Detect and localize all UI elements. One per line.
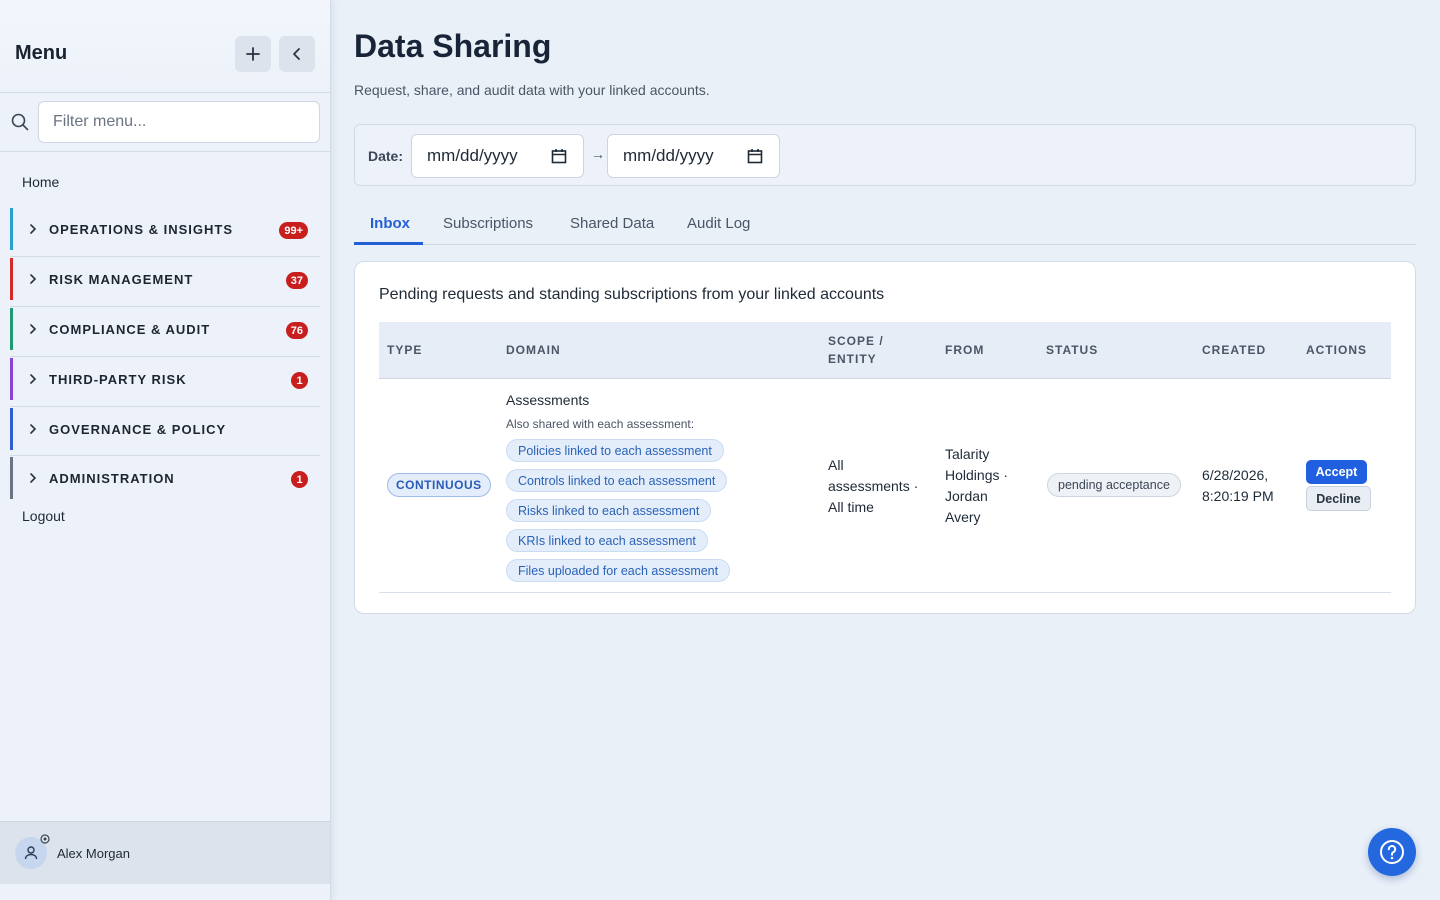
date-range-arrow: → bbox=[591, 146, 605, 162]
tab-audit-log[interactable]: Audit Log bbox=[687, 215, 750, 232]
date-to-input[interactable]: mm/dd/yyyy bbox=[607, 134, 780, 178]
divider bbox=[10, 455, 320, 456]
shared-item-chip: Policies linked to each assessment bbox=[506, 439, 724, 462]
scope-line: All bbox=[828, 457, 844, 473]
date-filter-label: Date: bbox=[368, 148, 404, 164]
sidebar-section-operations-insights[interactable]: OPERATIONS & INSIGHTS 99+ bbox=[10, 208, 320, 250]
created-date: 6/28/2026, bbox=[1202, 467, 1269, 483]
tab-subscriptions[interactable]: Subscriptions bbox=[443, 215, 533, 232]
chevron-right-icon bbox=[29, 324, 39, 334]
calendar-icon[interactable] bbox=[747, 148, 763, 164]
calendar-icon[interactable] bbox=[551, 148, 567, 164]
user-icon bbox=[24, 846, 38, 860]
count-badge: 1 bbox=[291, 372, 308, 389]
scope-line: All time bbox=[828, 499, 874, 515]
add-button[interactable] bbox=[235, 36, 271, 72]
sidebar-section-label: THIRD-PARTY RISK bbox=[49, 371, 187, 387]
user-footer[interactable]: Alex Morgan bbox=[0, 821, 330, 884]
accept-button[interactable]: Accept bbox=[1306, 460, 1367, 484]
menu-filter-input[interactable] bbox=[38, 101, 320, 143]
from-line: Holdings · bbox=[945, 467, 1009, 483]
date-to-placeholder: mm/dd/yyyy bbox=[623, 146, 714, 165]
sidebar-header: Menu bbox=[0, 0, 330, 93]
page-title: Data Sharing bbox=[354, 28, 552, 64]
divider bbox=[0, 151, 330, 152]
gear-icon bbox=[40, 834, 50, 844]
sidebar-section-governance-policy[interactable]: GOVERNANCE & POLICY bbox=[10, 408, 320, 450]
sidebar-section-label: GOVERNANCE & POLICY bbox=[49, 421, 227, 437]
date-filter-bar: Date: mm/dd/yyyy → mm/dd/yyyy bbox=[354, 124, 1416, 186]
column-header-status: STATUS bbox=[1046, 343, 1099, 357]
column-header-domain: DOMAIN bbox=[506, 343, 561, 357]
type-badge: CONTINUOUS bbox=[387, 473, 491, 497]
sidebar-section-label: RISK MANAGEMENT bbox=[49, 271, 194, 287]
plus-icon bbox=[246, 47, 260, 61]
divider bbox=[10, 256, 320, 257]
user-name: Alex Morgan bbox=[57, 846, 130, 861]
active-tab-indicator bbox=[354, 242, 423, 245]
count-badge: 37 bbox=[285, 272, 308, 289]
page-subtitle: Request, share, and audit data with your… bbox=[354, 82, 710, 98]
sidebar-title: Menu bbox=[15, 42, 68, 64]
from-line: Talarity bbox=[945, 446, 990, 462]
column-header-type: TYPE bbox=[387, 343, 423, 357]
count-badge: 76 bbox=[285, 322, 308, 339]
domain-name: Assessments bbox=[506, 392, 590, 408]
sidebar-section-label: ADMINISTRATION bbox=[49, 470, 175, 486]
column-header-from: FROM bbox=[945, 343, 985, 357]
sidebar-section-risk-management[interactable]: RISK MANAGEMENT 37 bbox=[10, 258, 320, 300]
inbox-title: Pending requests and standing subscripti… bbox=[379, 286, 885, 303]
sidebar-section-administration[interactable]: ADMINISTRATION 1 bbox=[10, 457, 320, 499]
table-header: TYPE DOMAIN SCOPE / ENTITY FROM STATUS C… bbox=[379, 322, 1391, 379]
chevron-right-icon bbox=[29, 274, 39, 284]
sidebar-item-home[interactable]: Home bbox=[22, 174, 59, 190]
chevron-left-icon bbox=[293, 48, 300, 60]
divider bbox=[10, 356, 320, 357]
sidebar: Menu Home OPERATIONS & INSIGHTS 99+ RISK… bbox=[0, 0, 331, 900]
inbox-card: Pending requests and standing subscripti… bbox=[354, 261, 1416, 614]
from-line: Jordan bbox=[945, 488, 988, 504]
tab-inbox[interactable]: Inbox bbox=[370, 215, 410, 232]
help-button[interactable] bbox=[1368, 828, 1416, 876]
decline-button[interactable]: Decline bbox=[1306, 486, 1371, 511]
divider bbox=[379, 592, 1391, 593]
column-header-actions: ACTIONS bbox=[1306, 343, 1367, 357]
search-icon bbox=[11, 113, 29, 131]
sidebar-section-label: COMPLIANCE & AUDIT bbox=[49, 321, 211, 337]
collapse-sidebar-button[interactable] bbox=[279, 36, 315, 72]
sidebar-item-logout[interactable]: Logout bbox=[22, 508, 65, 524]
from-cell: Talarity Holdings · Jordan Avery bbox=[945, 444, 1008, 528]
scope-line: assessments · bbox=[828, 478, 919, 494]
help-circle-icon bbox=[1380, 840, 1404, 864]
from-line: Avery bbox=[945, 509, 981, 525]
date-from-placeholder: mm/dd/yyyy bbox=[427, 146, 518, 165]
domain-note: Also shared with each assessment: bbox=[506, 417, 695, 431]
divider bbox=[10, 306, 320, 307]
sidebar-section-label: OPERATIONS & INSIGHTS bbox=[49, 221, 233, 237]
tab-shared-data[interactable]: Shared Data bbox=[570, 215, 654, 232]
chevron-right-icon bbox=[29, 424, 39, 434]
status-badge: pending acceptance bbox=[1047, 473, 1181, 497]
sidebar-section-compliance-audit[interactable]: COMPLIANCE & AUDIT 76 bbox=[10, 308, 320, 350]
scope-cell: All assessments · All time bbox=[828, 455, 918, 518]
divider bbox=[10, 406, 320, 407]
created-cell: 6/28/2026, 8:20:19 PM bbox=[1202, 465, 1274, 507]
shared-item-chip: Controls linked to each assessment bbox=[506, 469, 728, 492]
shared-item-chip: KRIs linked to each assessment bbox=[506, 529, 708, 552]
chevron-right-icon bbox=[29, 374, 39, 384]
count-badge: 99+ bbox=[279, 222, 308, 239]
chevron-right-icon bbox=[29, 473, 39, 483]
tab-bar: Inbox Subscriptions Shared Data Audit Lo… bbox=[354, 203, 1416, 245]
created-time: 8:20:19 PM bbox=[1202, 488, 1274, 504]
date-from-input[interactable]: mm/dd/yyyy bbox=[411, 134, 584, 178]
sidebar-section-third-party-risk[interactable]: THIRD-PARTY RISK 1 bbox=[10, 358, 320, 400]
shared-item-chip: Risks linked to each assessment bbox=[506, 499, 712, 522]
chevron-right-icon bbox=[29, 224, 39, 234]
count-badge: 1 bbox=[291, 471, 308, 488]
column-header-scope: SCOPE / ENTITY bbox=[828, 334, 884, 366]
avatar[interactable] bbox=[15, 834, 50, 869]
shared-item-chip: Files uploaded for each assessment bbox=[506, 559, 731, 582]
column-header-created: CREATED bbox=[1202, 343, 1267, 357]
